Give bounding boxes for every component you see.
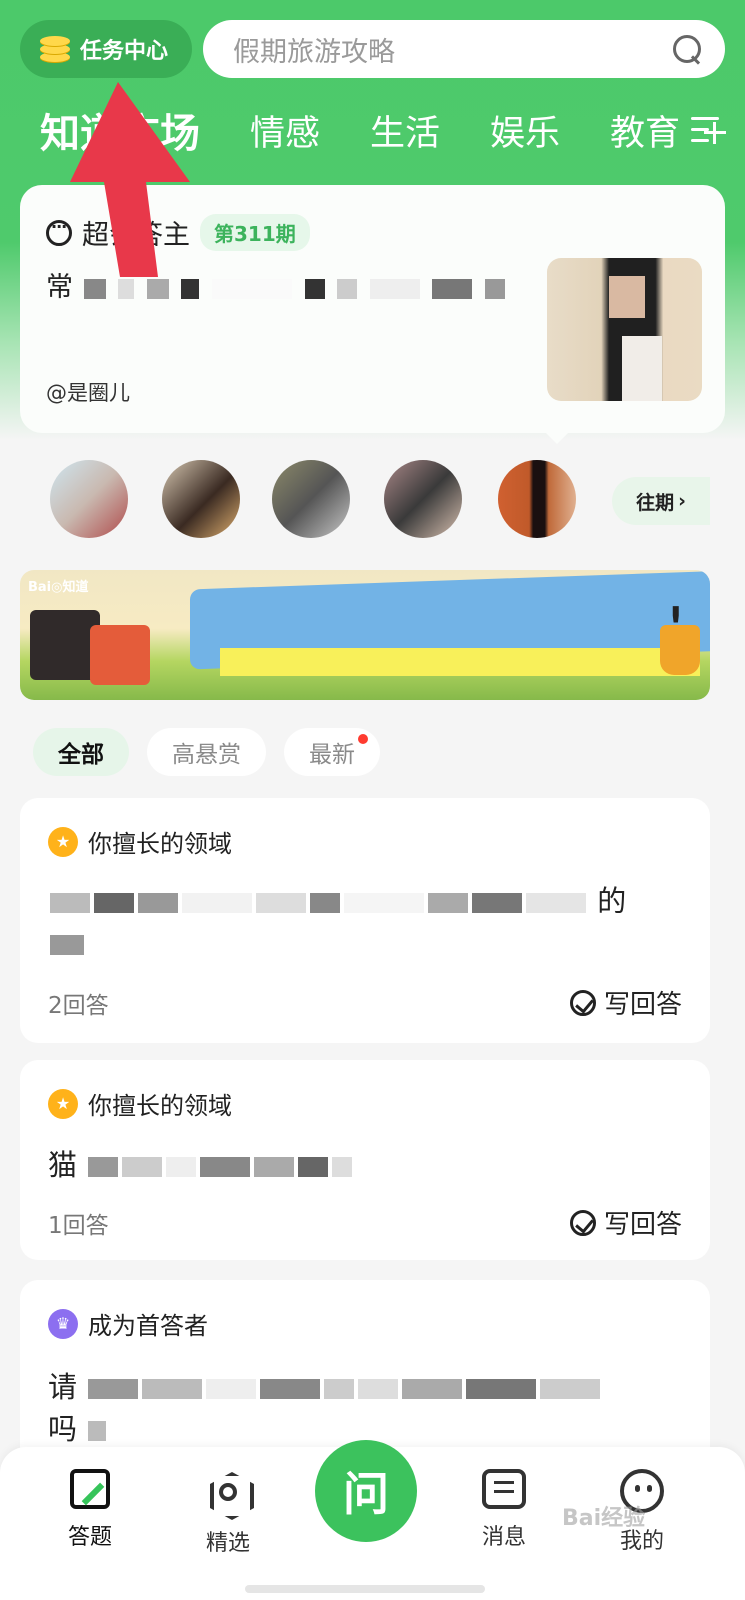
question-text: 猫 xyxy=(48,1142,354,1184)
task-center-button[interactable]: 任务中心 xyxy=(20,20,192,78)
ask-question-button[interactable]: 问 xyxy=(315,1440,417,1542)
past-issues-label: 往期 xyxy=(636,491,675,514)
tab-life[interactable]: 生活 xyxy=(370,105,440,156)
question-tag: ★ 你擅长的领域 xyxy=(48,1086,232,1121)
question-card[interactable]: ★ 你擅长的领域 的 2回答 写回答 xyxy=(20,798,710,1043)
answer-count: 2回答 xyxy=(48,993,109,1019)
write-answer-label: 写回答 xyxy=(603,1210,682,1240)
edit-tabs-icon[interactable] xyxy=(691,112,727,148)
tab-emotion[interactable]: 情感 xyxy=(250,105,320,156)
baidu-logo: Bai◎知道 xyxy=(28,580,89,595)
task-center-label: 任务中心 xyxy=(80,39,169,64)
question-tag: ★ 你擅长的领域 xyxy=(48,824,232,859)
question-text: 请 吗 xyxy=(48,1364,688,1448)
tab-entertainment[interactable]: 娱乐 xyxy=(490,105,560,156)
nav-answer[interactable]: 答题 xyxy=(40,1469,140,1551)
promo-banner[interactable]: Bai◎知道 ! xyxy=(20,570,710,700)
question-tag-label: 成为首答者 xyxy=(88,1312,208,1340)
message-icon xyxy=(482,1469,526,1509)
nav-message[interactable]: 消息 xyxy=(454,1469,554,1551)
watermark: Bai经验 xyxy=(562,1506,646,1531)
question-tag-label: 你擅长的领域 xyxy=(88,1092,232,1120)
gift-icon xyxy=(90,625,150,685)
answerer-avatar[interactable] xyxy=(272,460,350,538)
app-root: 任务中心 假期旅游攻略 知道广场 情感 生活 娱乐 教育 超会答主 第311期 … xyxy=(0,0,745,1600)
filter-all[interactable]: 全部 xyxy=(33,728,129,776)
question-filters: 全部 高悬赏 最新 xyxy=(33,728,380,776)
featured-question-prefix: 常 xyxy=(46,272,73,303)
star-icon: ★ xyxy=(48,826,78,857)
chevron-right-icon: › xyxy=(678,490,686,512)
question-tag-label: 你擅长的领域 xyxy=(88,830,232,858)
nav-message-label: 消息 xyxy=(481,1525,526,1550)
answerer-avatar[interactable] xyxy=(498,460,576,538)
question-card[interactable]: ★ 你擅长的领域 猫 1回答 写回答 xyxy=(20,1060,710,1260)
search-placeholder: 假期旅游攻略 xyxy=(233,36,395,68)
tab-education[interactable]: 教育 xyxy=(610,105,680,156)
new-dot xyxy=(358,734,368,744)
featured-avatar-image[interactable] xyxy=(547,258,702,401)
filter-latest[interactable]: 最新 xyxy=(284,728,380,776)
answerer-avatar[interactable] xyxy=(384,460,462,538)
issue-badge: 第311期 xyxy=(200,214,310,251)
write-icon xyxy=(569,989,596,1016)
question-text-prefix: 猫 xyxy=(48,1148,78,1182)
write-answer-button[interactable]: 写回答 xyxy=(569,984,682,1021)
hexagon-eye-icon xyxy=(207,1469,249,1515)
search-icon[interactable] xyxy=(671,33,703,65)
nav-answer-label: 答题 xyxy=(67,1525,112,1550)
question-text-prefix: 请 xyxy=(48,1370,78,1404)
nav-select-label: 精选 xyxy=(205,1531,250,1556)
featured-author[interactable]: @是圈儿 xyxy=(46,377,130,407)
answer-count: 1回答 xyxy=(48,1213,109,1239)
nav-select[interactable]: 精选 xyxy=(178,1469,278,1557)
coins-icon xyxy=(40,34,70,64)
past-issues-button[interactable]: 往期 › xyxy=(612,477,710,525)
search-input[interactable]: 假期旅游攻略 xyxy=(203,20,725,78)
crown-icon: ♛ xyxy=(48,1308,78,1339)
chat-bubble-icon xyxy=(46,217,72,246)
write-answer-button[interactable]: 写回答 xyxy=(569,1204,682,1241)
question-text-suffix: 的 xyxy=(597,884,627,918)
answerer-avatar[interactable] xyxy=(50,460,128,538)
question-tag: ♛ 成为首答者 xyxy=(48,1306,208,1341)
star-icon: ★ xyxy=(48,1088,78,1119)
trophy-icon xyxy=(660,625,700,675)
filter-latest-label: 最新 xyxy=(309,742,355,768)
card-pointer xyxy=(543,430,571,444)
home-indicator[interactable] xyxy=(245,1585,485,1593)
filter-high-reward[interactable]: 高悬赏 xyxy=(147,728,266,776)
question-text-suffix: 吗 xyxy=(48,1412,78,1446)
write-answer-label: 写回答 xyxy=(603,990,682,1020)
answerer-avatar[interactable] xyxy=(162,460,240,538)
annotation-arrow xyxy=(70,82,190,277)
answer-edit-icon xyxy=(70,1469,110,1509)
write-icon xyxy=(569,1209,596,1236)
question-text: 的 xyxy=(48,878,688,955)
